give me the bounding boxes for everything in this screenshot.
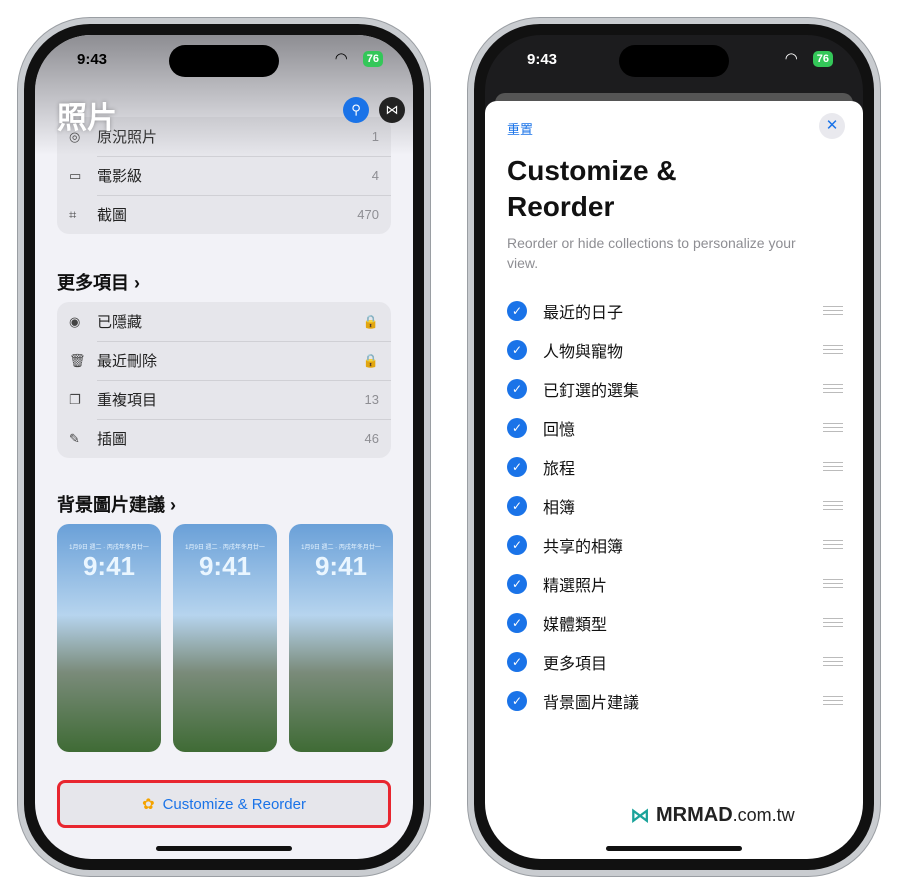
drag-handle-icon[interactable] bbox=[823, 423, 843, 432]
photos-app-icon: ✿ bbox=[142, 796, 155, 813]
watermark-logo: ⋈ MRMAD.com.tw bbox=[630, 804, 795, 827]
collection-item[interactable]: ✓ 旅程 bbox=[507, 447, 843, 486]
drag-handle-icon[interactable] bbox=[823, 696, 843, 705]
checkmark-icon[interactable]: ✓ bbox=[507, 300, 527, 321]
left-phone: 9:43◠76 照片 ⚲ ⋈ ◎原況照片1▭電影級4⌗截圖470 更多項目 › … bbox=[18, 18, 430, 876]
photos-screen: 9:43◠76 照片 ⚲ ⋈ ◎原況照片1▭電影級4⌗截圖470 更多項目 › … bbox=[35, 35, 413, 859]
reset-button[interactable]: 重置 bbox=[507, 119, 533, 138]
close-button[interactable]: ✕ bbox=[819, 113, 845, 139]
lock-icon: 🔒 bbox=[362, 313, 379, 329]
status-time: 9:43 bbox=[77, 51, 108, 68]
cinematic-icon: ▭ bbox=[69, 167, 82, 183]
customize-screen: 9:43 ◠ 76 重置 ✕ Customize & Reorder Reorder… bbox=[485, 35, 863, 859]
home-indicator[interactable] bbox=[156, 846, 292, 851]
status-bar: 9:43 ◠ 76 bbox=[35, 49, 413, 71]
collection-item[interactable]: ✓ 共享的相簿 bbox=[507, 525, 843, 564]
duplicate-icon: ❐ bbox=[69, 391, 81, 407]
wallpaper-suggestion[interactable]: 1月9日 週二 · 丙戌年冬月廿一 9:41 bbox=[173, 524, 277, 752]
sheet-subtitle: Reorder or hide collections to personali… bbox=[507, 235, 796, 271]
list-item[interactable]: 🗑 最近刪除 🔒 bbox=[57, 341, 391, 380]
collection-item[interactable]: ✓ 已釘選的選集 bbox=[507, 369, 843, 408]
collection-item[interactable]: ✓ 回憶 bbox=[507, 408, 843, 447]
customize-sheet: 重置 ✕ Customize & Reorder Reorder or hide… bbox=[485, 101, 863, 859]
avatar[interactable]: ⋈ bbox=[379, 97, 405, 123]
drag-handle-icon[interactable] bbox=[823, 384, 843, 393]
drag-handle-icon[interactable] bbox=[823, 618, 843, 627]
checkmark-icon[interactable]: ✓ bbox=[507, 417, 527, 438]
more-items-card: ◉ 已隱藏 🔒 🗑 最近刪除 🔒 ❐ 重複項目 13 ✎ 插圖 46 bbox=[57, 302, 391, 458]
collection-item[interactable]: ✓ 媒體類型 bbox=[507, 603, 843, 642]
mrmad-logo-icon: ⋈ bbox=[630, 805, 650, 827]
drag-handle-icon[interactable] bbox=[823, 345, 843, 354]
drag-handle-icon[interactable] bbox=[823, 540, 843, 549]
search-button[interactable]: ⚲ bbox=[343, 97, 369, 123]
drag-handle-icon[interactable] bbox=[823, 306, 843, 315]
eye-slash-icon: ◉ bbox=[69, 313, 81, 329]
checkmark-icon[interactable]: ✓ bbox=[507, 534, 527, 555]
drag-handle-icon[interactable] bbox=[823, 579, 843, 588]
customize-reorder-button[interactable]: ✿ Customize & Reorder bbox=[57, 780, 391, 828]
illustration-icon: ✎ bbox=[69, 430, 80, 446]
drag-handle-icon[interactable] bbox=[823, 501, 843, 510]
list-item[interactable]: ▭ 電影級 4 bbox=[57, 156, 391, 195]
list-item[interactable]: ✎ 插圖 46 bbox=[57, 419, 391, 458]
wallpaper-suggestion[interactable]: 1月9日 週二 · 丙戌年冬月廿一 9:41 bbox=[57, 524, 161, 752]
battery-indicator: 76 bbox=[362, 51, 383, 67]
trash-icon: 🗑 bbox=[69, 352, 86, 368]
checkmark-icon[interactable]: ✓ bbox=[507, 612, 527, 633]
checkmark-icon[interactable]: ✓ bbox=[507, 339, 527, 360]
collection-item[interactable]: ✓ 最近的日子 bbox=[507, 291, 843, 330]
collection-item[interactable]: ✓ 背景圖片建議 bbox=[507, 681, 843, 720]
collection-item[interactable]: ✓ 相簿 bbox=[507, 486, 843, 525]
checkmark-icon[interactable]: ✓ bbox=[507, 495, 527, 516]
lock-icon: 🔒 bbox=[362, 352, 379, 368]
drag-handle-icon[interactable] bbox=[823, 462, 843, 471]
more-items-header[interactable]: 更多項目 › bbox=[57, 269, 140, 295]
right-phone: 9:43 ◠ 76 重置 ✕ Customize & Reorder Reorder… bbox=[468, 18, 880, 876]
status-bar: 9:43 ◠ 76 bbox=[485, 49, 863, 71]
collection-item[interactable]: ✓ 精選照片 bbox=[507, 564, 843, 603]
list-item[interactable]: ⌗ 截圖 470 bbox=[57, 195, 391, 234]
wifi-icon: ◠ bbox=[785, 50, 797, 67]
list-item[interactable]: ◉ 已隱藏 🔒 bbox=[57, 302, 391, 341]
drag-handle-icon[interactable] bbox=[823, 657, 843, 666]
list-item[interactable]: ❐ 重複項目 13 bbox=[57, 380, 391, 419]
sheet-title: Customize & Reorder bbox=[507, 155, 677, 222]
screenshot-icon: ⌗ bbox=[69, 206, 77, 222]
checkmark-icon[interactable]: ✓ bbox=[507, 651, 527, 672]
collection-item[interactable]: ✓ 人物與寵物 bbox=[507, 330, 843, 369]
wallpaper-header[interactable]: 背景圖片建議 › bbox=[57, 491, 176, 517]
page-title: 照片 bbox=[57, 102, 117, 135]
checkmark-icon[interactable]: ✓ bbox=[507, 573, 527, 594]
collection-list: ✓ 最近的日子 ✓ 人物與寵物 ✓ 已釘選的選集 ✓ 回憶 ✓ 旅程 ✓ 相簿 ✓ 共享的相簿 ✓ 精選照片 ✓… bbox=[507, 291, 843, 720]
wallpaper-suggestion[interactable]: 1月9日 週二 · 丙戌年冬月廿一 9:41 bbox=[289, 524, 393, 752]
checkmark-icon[interactable]: ✓ bbox=[507, 456, 527, 477]
home-indicator[interactable] bbox=[606, 846, 742, 851]
checkmark-icon[interactable]: ✓ bbox=[507, 378, 527, 399]
checkmark-icon[interactable]: ✓ bbox=[507, 690, 527, 711]
wifi-icon: ◠ bbox=[335, 50, 347, 67]
collection-item[interactable]: ✓ 更多項目 bbox=[507, 642, 843, 681]
